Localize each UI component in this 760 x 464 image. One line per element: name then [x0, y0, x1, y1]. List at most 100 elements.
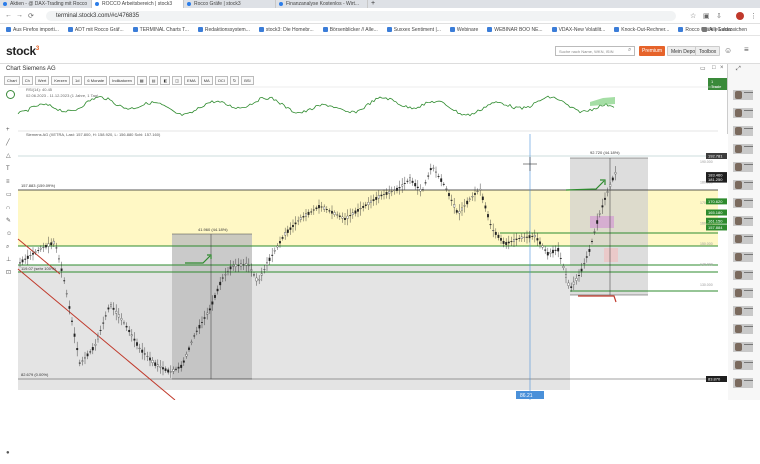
bookmark-item[interactable]: ADT mit Rocco Gräf... [67, 27, 124, 33]
news-thumbnail[interactable] [733, 234, 753, 244]
axis-tick-label: 190.000 [700, 160, 713, 164]
browser-tab[interactable]: Finanzanalyse Kostenlos - Wirt... [276, 0, 368, 8]
hamburger-menu-icon[interactable]: ≡ [744, 45, 749, 54]
crosshair-tool-icon[interactable]: + [6, 127, 12, 133]
stock3-logo[interactable]: stock3 [6, 44, 39, 58]
news-thumbnail[interactable] [733, 252, 753, 262]
bookmark-star-icon[interactable]: ☆ [690, 12, 696, 20]
price-axis: 190.000180.000170.000160.000150.000140.0… [700, 134, 728, 400]
candle-body [435, 171, 437, 173]
candle-body [289, 227, 292, 230]
all-bookmarks-label: Alle Lesezeichen [709, 26, 747, 33]
candle-body [601, 205, 604, 208]
premium-button[interactable]: Premium [639, 46, 666, 56]
bookmark-item[interactable]: Redaktionssystem... [197, 27, 250, 33]
bookmark-item[interactable]: WEBINAR BOO NE... [487, 27, 543, 33]
candle-body [539, 241, 541, 245]
profile-avatar[interactable] [736, 12, 744, 20]
candle-body [266, 262, 268, 266]
ruler-tool-icon[interactable]: ⊥ [6, 257, 12, 263]
candle-body [466, 200, 469, 205]
axis-tick-label: 140.000 [700, 263, 713, 267]
candle-body [112, 307, 115, 310]
candle-body [221, 277, 224, 279]
candle-body [50, 242, 53, 246]
fibonacci-tool-icon[interactable]: ≡ [6, 179, 12, 185]
measure-tool-icon[interactable]: ▭ [6, 192, 12, 198]
bookmark-item[interactable]: Suxxex Sentiment |... [386, 27, 441, 33]
candle-body [115, 310, 118, 314]
expand-icon[interactable]: ⤢ [736, 66, 741, 73]
thumbnail-image [735, 217, 742, 225]
candle-body [104, 315, 107, 317]
download-icon[interactable]: ⇩ [716, 12, 722, 20]
toolbox-button[interactable]: Toolbox [695, 46, 721, 56]
news-thumbnail[interactable] [733, 162, 753, 172]
url-field[interactable]: terminal.stock3.com/#c/476835 [46, 11, 676, 21]
search-icon[interactable]: ⌕ [628, 47, 631, 54]
candle-body [523, 236, 526, 238]
candle-body [214, 295, 216, 298]
back-arrow-icon[interactable]: ← [5, 12, 12, 19]
news-thumbnail[interactable] [733, 90, 753, 100]
bookmark-item[interactable]: Webinare [449, 27, 478, 33]
reload-icon[interactable]: ⟳ [28, 12, 34, 20]
candle-body [611, 177, 614, 181]
bookmark-item[interactable]: VDAX-New Volatilit... [551, 27, 605, 33]
bookmark-item[interactable]: stock3: Die Homebr... [258, 27, 314, 33]
settings-dot-icon[interactable]: ● [6, 450, 12, 456]
tab-label: Rocco Gräfe | stock3 [194, 1, 241, 7]
news-thumbnail[interactable] [733, 378, 753, 388]
top-annotation: 92.720 (44.18%) [590, 150, 620, 155]
browser-tab-active[interactable]: ROCCO Arbeitsbereich | stock3 [92, 0, 184, 8]
zoom-tool-icon[interactable]: ⌕ [6, 244, 12, 250]
user-icon[interactable]: ☺ [724, 46, 732, 55]
candle-body [76, 348, 79, 351]
window-minimize-icon[interactable]: ▭ [700, 65, 706, 72]
lock-tool-icon[interactable]: ⊡ [6, 270, 12, 276]
triangle-tool-icon[interactable]: △ [6, 153, 12, 159]
bookmark-item[interactable]: TERMINAL Charts T... [132, 27, 189, 33]
candle-body [474, 193, 476, 195]
extensions-icon[interactable]: ▣ [703, 12, 710, 20]
window-maximize-icon[interactable]: □ [712, 65, 716, 71]
news-thumbnail[interactable] [733, 216, 753, 226]
bookmark-icon [322, 27, 328, 32]
browser-tab[interactable]: Aktien - @ DAX-Trading mit Rocco [0, 0, 92, 8]
news-thumbnail[interactable] [733, 324, 753, 334]
news-thumbnail[interactable] [733, 144, 753, 154]
emoji-tool-icon[interactable]: ☺ [6, 231, 12, 237]
line-tool-icon[interactable]: ╱ [6, 140, 12, 146]
bookmark-item[interactable]: Börsenblicker // Alle... [322, 27, 378, 33]
news-thumbnail[interactable] [733, 126, 753, 136]
browser-tab[interactable]: Rocco Gräfe | stock3 [184, 0, 276, 8]
search-input[interactable]: Suche nach Name, WKN, ISIN [555, 46, 635, 56]
candle-body [86, 353, 89, 357]
text-tool-icon[interactable]: T [6, 166, 12, 172]
news-thumbnail[interactable] [733, 270, 753, 280]
axis-tick-label: 150.000 [700, 242, 713, 246]
news-thumbnail[interactable] [733, 342, 753, 352]
close-icon[interactable]: × [720, 65, 724, 71]
news-thumbnail[interactable] [733, 180, 753, 190]
bookmark-item[interactable]: Knock-Out-Rechner... [614, 27, 669, 33]
candle-body [572, 281, 575, 285]
all-bookmarks[interactable]: Alle Lesezeichen [702, 27, 747, 33]
candle-body [299, 217, 302, 220]
candle-body [318, 205, 320, 209]
brush-tool-icon[interactable]: ✎ [6, 218, 12, 224]
new-tab-plus-icon[interactable]: + [368, 0, 378, 8]
news-thumbnail[interactable] [733, 360, 753, 370]
candle-body [97, 335, 99, 340]
candle-body [598, 213, 601, 215]
forward-arrow-icon[interactable]: → [16, 12, 23, 19]
news-thumbnail[interactable] [733, 108, 753, 118]
news-thumbnail[interactable] [733, 198, 753, 208]
magnet-tool-icon[interactable]: ∩ [6, 205, 12, 211]
news-thumbnail[interactable] [733, 306, 753, 316]
candle-body [52, 240, 55, 245]
menu-dots-icon[interactable]: ⋮ [750, 12, 757, 20]
news-thumbnail[interactable] [733, 288, 753, 298]
bookmark-item[interactable]: Aus Firefox importi... [6, 27, 59, 33]
candle-body [375, 197, 378, 200]
